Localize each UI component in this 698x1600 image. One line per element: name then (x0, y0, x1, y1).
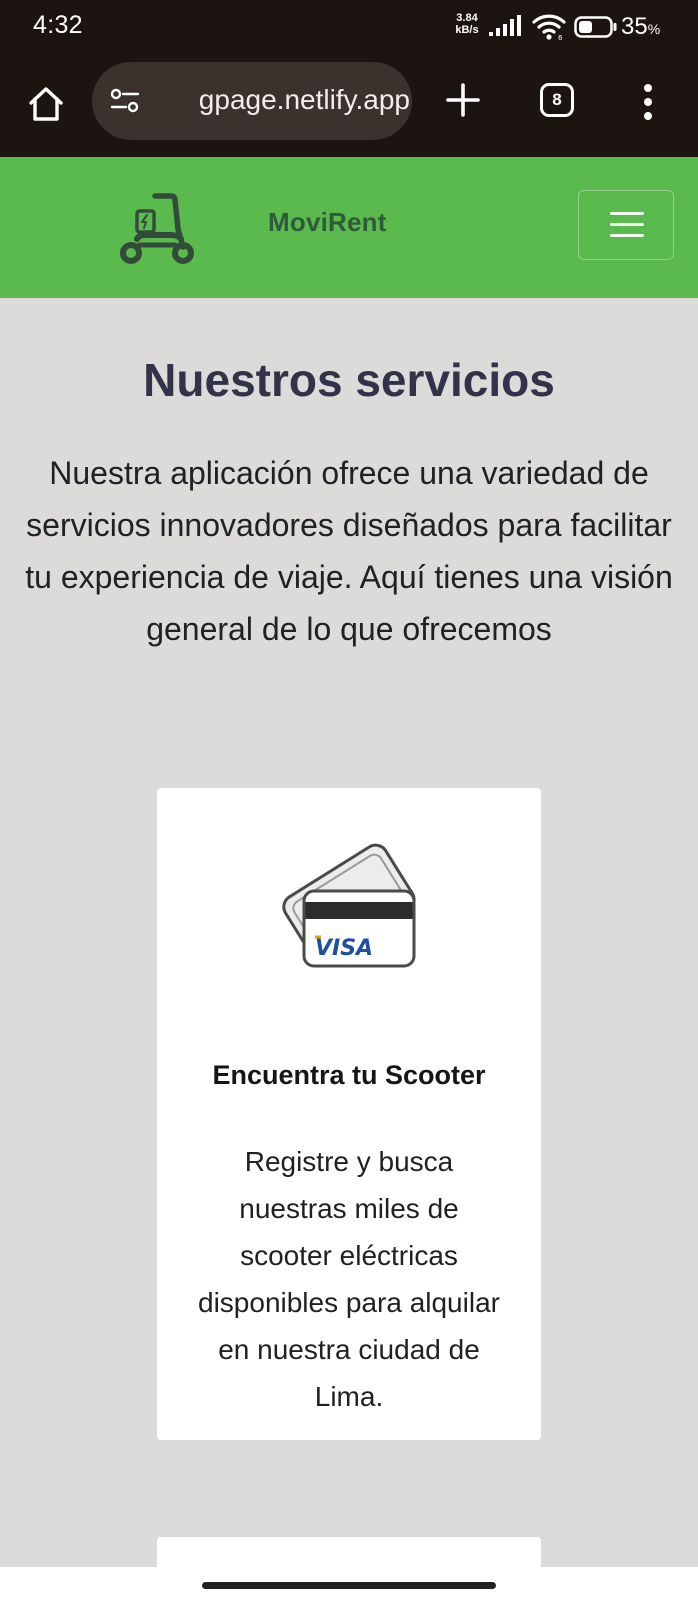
network-speed: 3.84 kB/s (450, 12, 484, 36)
tab-switcher-button[interactable]: 8 (540, 83, 574, 117)
section-title: Nuestros servicios (143, 354, 555, 406)
svg-text:6: 6 (558, 34, 563, 41)
battery-level-unit: % (647, 21, 661, 37)
service-card: VISA Encuentra tu Scooter Registre y bus… (157, 788, 541, 1440)
battery-level: 35% (621, 13, 660, 41)
section-intro: Nuestra aplicación ofrece una variedad d… (25, 455, 673, 647)
credit-card-visa-icon: VISA (269, 838, 429, 983)
more-options-icon[interactable] (642, 82, 654, 122)
hamburger-bar (610, 234, 644, 237)
status-time: 4:32 (33, 11, 83, 39)
network-speed-value: 3.84 (456, 12, 478, 24)
scooter-logo-icon[interactable] (115, 187, 201, 272)
network-speed-unit: kB/s (455, 24, 479, 36)
gesture-handle[interactable] (202, 1582, 496, 1589)
next-service-card (157, 1537, 541, 1567)
hamburger-menu-button[interactable] (578, 190, 674, 260)
hamburger-bar (610, 223, 644, 226)
site-settings-icon[interactable] (110, 88, 140, 119)
wifi-icon: 6 (532, 13, 566, 46)
hamburger-bar (610, 212, 644, 215)
card-brand-label: VISA (315, 936, 373, 961)
card-description: Registre y busca nuestras miles de scoot… (198, 1146, 500, 1412)
battery-level-value: 35 (621, 13, 648, 40)
home-icon[interactable] (26, 84, 66, 124)
card-title: Encuentra tu Scooter (212, 1060, 486, 1090)
browser-toolbar: gpage.netlify.app 8 (0, 56, 698, 157)
brand-name[interactable]: MoviRent (268, 207, 387, 238)
cell-signal-icon (489, 15, 523, 42)
address-bar[interactable]: gpage.netlify.app (92, 62, 412, 140)
gesture-navigation-area (0, 1567, 698, 1600)
battery-icon (574, 16, 618, 43)
new-tab-icon[interactable] (445, 82, 481, 118)
site-navbar: MoviRent (0, 157, 698, 298)
status-bar: 4:32 3.84 kB/s 6 35% (0, 0, 698, 56)
url-text[interactable]: gpage.netlify.app (154, 84, 410, 116)
